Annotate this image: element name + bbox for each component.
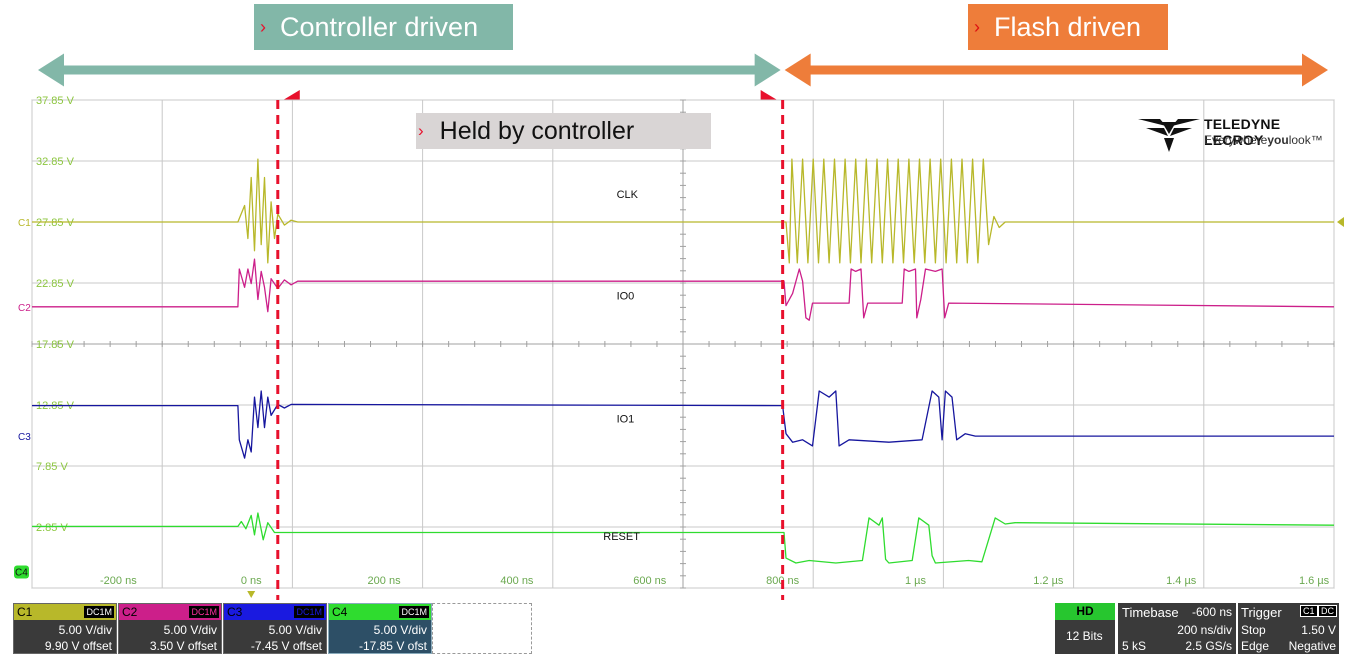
channel-coupling: DC1M: [294, 606, 324, 618]
y-tick-label: 2.85 V: [36, 522, 68, 534]
signal-label-io1: IO1: [617, 414, 635, 426]
y-tick-label: 17.85 V: [36, 339, 75, 351]
channel-scale: 5.00 V/div: [58, 623, 112, 637]
sample-count: 5 kS: [1122, 639, 1147, 653]
trigger-label: Trigger: [1241, 605, 1282, 620]
empty-descriptor-slot[interactable]: [432, 603, 532, 654]
channel-marker-c2: C2: [18, 303, 31, 314]
trigger-level-marker: [1337, 217, 1344, 227]
x-tick-label: 600 ns: [633, 575, 667, 587]
held-by-controller-label: › Held by controller: [416, 113, 711, 149]
graticule-grid: [31, 99, 1335, 589]
channel-markers: C1 C2 C3 C4: [14, 218, 31, 579]
channel-descriptor-c4[interactable]: C4 DC1M 5.00 V/div -17.85 V ofst: [328, 603, 432, 654]
channel-name: C2: [122, 605, 138, 619]
channel-offset: -7.45 V offset: [250, 639, 322, 653]
channel-scale: 5.00 V/div: [373, 623, 427, 637]
signal-label-reset: RESET: [603, 531, 640, 543]
hd-badge: HD: [1055, 603, 1115, 620]
channel-coupling: DC1M: [189, 606, 219, 618]
channel-scale: 5.00 V/div: [163, 623, 217, 637]
y-tick-label: 27.85 V: [36, 217, 75, 229]
held-by-controller-text: Held by controller: [439, 116, 635, 145]
channel-coupling: DC1M: [84, 606, 114, 618]
logo-tagline: Everywhereyoulook™: [1204, 133, 1323, 147]
x-tick-label: 1.2 µs: [1033, 575, 1064, 587]
trigger-box[interactable]: Trigger C1 DC Stop 1.50 V Edge Negative: [1238, 603, 1339, 654]
channel-name: C1: [17, 605, 33, 619]
channel-offset: -17.85 V ofst: [358, 639, 427, 653]
chevron-icon: ›: [418, 121, 424, 140]
timebase-box[interactable]: Timebase -600 ns 200 ns/div 5 kS 2.5 GS/…: [1118, 603, 1236, 654]
sample-rate: 2.5 GS/s: [1185, 639, 1232, 653]
x-tick-label: 0 ns: [241, 575, 262, 587]
y-tick-label: 22.85 V: [36, 278, 75, 290]
channel-marker-c1: C1: [18, 218, 31, 229]
channel-name: C3: [227, 605, 243, 619]
y-tick-label: 32.85 V: [36, 156, 75, 168]
channel-marker-c4: C4: [15, 568, 28, 579]
x-tick-label: 1 µs: [905, 575, 927, 587]
channel-coupling: DC1M: [399, 606, 429, 618]
bits-value: 12 Bits: [1066, 629, 1103, 643]
oscilloscope-display: 37.85 V32.85 V27.85 V22.85 V17.85 V12.85…: [14, 53, 1344, 600]
flash-driven-arrow-right-head: [1302, 53, 1328, 87]
teledyne-logo-icon: [1138, 119, 1200, 152]
flash-driven-arrow-left-head: [784, 53, 811, 87]
x-tick-label: -200 ns: [100, 575, 137, 587]
trigger-type: Edge: [1241, 639, 1270, 653]
trigger-slope: Negative: [1288, 639, 1336, 653]
timebase-label: Timebase: [1122, 605, 1179, 620]
trigger-level: 1.50 V: [1301, 623, 1336, 637]
trigger-position-marker: [247, 591, 256, 598]
trigger-mode: Stop: [1241, 623, 1266, 637]
x-tick-label: 1.6 µs: [1299, 575, 1330, 587]
controller-driven-arrow-right-head: [754, 53, 781, 87]
x-tick-label: 200 ns: [368, 575, 402, 587]
channel-descriptor-c2[interactable]: C2 DC1M 5.00 V/div 3.50 V offset: [118, 603, 222, 654]
channel-descriptor-c1[interactable]: C1 DC1M 5.00 V/div 9.90 V offset: [13, 603, 117, 654]
x-tick-label: 400 ns: [500, 575, 534, 587]
teledyne-lecroy-logo: TELEDYNE LECROY Everywhereyoulook™: [1138, 116, 1338, 152]
trigger-source: C1: [1300, 605, 1318, 617]
channel-marker-c3: C3: [18, 432, 31, 443]
signal-label-io0: IO0: [617, 290, 635, 302]
timebase-scale: 200 ns/div: [1177, 623, 1232, 637]
channel-descriptor-c3[interactable]: C3 DC1M 5.00 V/div -7.45 V offset: [223, 603, 327, 654]
channel-offset: 3.50 V offset: [149, 639, 217, 653]
x-tick-label: 1.4 µs: [1166, 575, 1197, 587]
timebase-delay: -600 ns: [1191, 605, 1232, 619]
trigger-coupling: DC: [1318, 605, 1337, 617]
controller-driven-arrow-left-head: [38, 53, 64, 87]
channel-name: C4: [332, 605, 348, 619]
channel-scale: 5.00 V/div: [268, 623, 322, 637]
signal-label-clk: CLK: [617, 189, 639, 201]
y-tick-label: 7.85 V: [36, 461, 68, 473]
y-tick-label: 37.85 V: [36, 95, 75, 107]
channel-offset: 9.90 V offset: [44, 639, 112, 653]
hd-box[interactable]: HD 12 Bits: [1055, 603, 1115, 654]
